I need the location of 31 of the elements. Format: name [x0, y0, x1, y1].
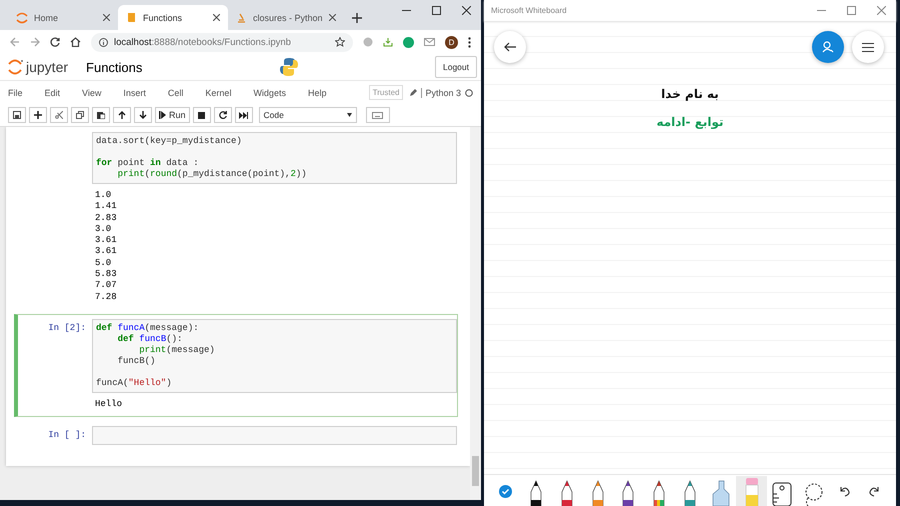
menu-item[interactable]: File [8, 88, 23, 98]
kernel-name: Python 3 [421, 88, 461, 98]
handwritten-text: به نام خدا [661, 87, 719, 101]
menu-item[interactable]: View [82, 88, 102, 98]
notebook-cell[interactable]: data.sort(key=p_mydistance) for point in data : print(round(p_mydistance(point),2)) 1.0 1.41 2.83 3.0 3.61 3.61 5.0 5.83 7.07 7.28 [14, 127, 458, 310]
browser-tab[interactable]: Home [8, 5, 118, 30]
menu-item[interactable]: Edit [44, 88, 60, 98]
notebook-title[interactable]: Functions [86, 60, 142, 74]
address-bar[interactable]: localhost:8888/notebooks/Functions.ipynb [91, 32, 353, 52]
notebook-cell[interactable]: In [2]: def funcA(message): def funcB(): print(message) funcB() funcA("Hello") Hello [14, 314, 458, 418]
logout-button[interactable]: Logout [435, 56, 477, 78]
browser-tab[interactable]: closures - Python [228, 5, 344, 30]
menu-item[interactable]: Insert [123, 88, 146, 98]
code-editor[interactable]: data.sort(key=p_mydistance) for point in data : print(round(p_mydistance(point),2)) [92, 132, 457, 184]
notebook-cell[interactable]: In [ ]: [14, 421, 458, 450]
run-button[interactable]: Run [155, 107, 190, 123]
handwritten-text: توابع -ادامه [656, 115, 724, 129]
jupyter-wordmark[interactable]: jupyter [26, 59, 68, 75]
cell-output: Hello [94, 398, 124, 411]
menu-item[interactable]: Kernel [205, 88, 232, 98]
cell-type-select[interactable]: Code [258, 107, 357, 123]
menu-item[interactable]: Cell [168, 88, 184, 98]
menu-item[interactable]: Widgets [253, 88, 286, 98]
profile-avatar[interactable]: D [445, 36, 458, 48]
cell-prompt: In [2]: [48, 322, 86, 333]
cell-output: 1.0 1.41 2.83 3.0 3.61 3.61 5.0 5.83 7.07 7.28 [94, 189, 118, 304]
menu-item[interactable]: Help [308, 88, 326, 98]
browser-tab[interactable]: Functions [118, 5, 228, 30]
code-editor[interactable]: def funcA(message): def funcB(): print(message) funcB() funcA("Hello") [92, 318, 457, 393]
window-title: Microsoft Whiteboard [491, 6, 567, 15]
cell-prompt: In [ ]: [48, 430, 86, 440]
